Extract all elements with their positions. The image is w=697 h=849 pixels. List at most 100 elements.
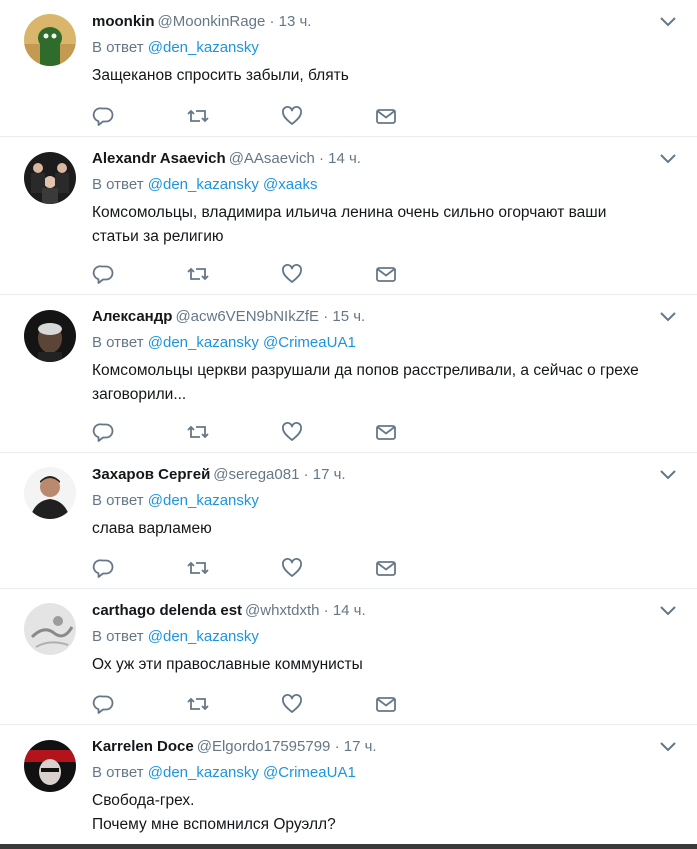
retweet-icon [186,556,210,580]
mention-link[interactable]: @den_kazansky [148,176,259,193]
envelope-icon [374,692,398,716]
chevron-down-icon[interactable] [658,309,678,325]
direct-message-button[interactable] [374,556,398,580]
author-name[interactable]: Александр [92,308,172,325]
reply-context: В ответ @den_kazansky @CrimeaUA1 [92,333,356,353]
author-handle[interactable]: @acw6VEN9bNIkZfE [175,308,319,325]
separator-dot: · [303,466,309,483]
heart-icon [280,556,304,580]
like-button[interactable] [280,692,304,716]
author-name[interactable]: Karrelen Doce [92,738,194,755]
timestamp[interactable]: 14 ч. [333,602,366,619]
heart-icon [280,692,304,716]
reply-icon [92,420,116,444]
direct-message-button[interactable] [374,692,398,716]
author-handle[interactable]: @MoonkinRage [158,13,266,30]
tweet-actions [92,104,412,128]
tweet-text: слава варламею [92,517,672,541]
reply-button[interactable] [92,104,116,128]
direct-message-button[interactable] [374,104,398,128]
chevron-down-icon[interactable] [658,467,678,483]
retweet-button[interactable] [186,420,210,444]
mention-link[interactable]: @den_kazansky [148,628,259,645]
mention-link[interactable]: @CrimeaUA1 [263,334,356,351]
tweet-reply[interactable]: Alexandr Asaevich @AAsaevich · 14 ч. В отв… [0,137,697,295]
avatar[interactable] [24,603,76,655]
avatar[interactable] [24,467,76,519]
reply-context: В ответ @den_kazansky @xaaks [92,175,317,195]
retweet-button[interactable] [186,104,210,128]
bottom-scroll-strip [0,844,697,849]
tweet-actions [92,262,412,286]
reply-icon [92,692,116,716]
avatar[interactable] [24,14,76,66]
retweet-icon [186,692,210,716]
reply-button[interactable] [92,556,116,580]
timestamp[interactable]: 14 ч. [328,150,361,167]
retweet-button[interactable] [186,692,210,716]
avatar[interactable] [24,740,76,792]
chevron-down-icon[interactable] [658,14,678,30]
tweet-reply[interactable]: carthago delenda est @whxtdxth · 14 ч. В о… [0,589,697,725]
reply-icon [92,556,116,580]
chevron-down-icon[interactable] [658,603,678,619]
retweet-button[interactable] [186,262,210,286]
author-name[interactable]: Захаров Сергей [92,466,210,483]
author-name[interactable]: carthago delenda est [92,602,242,619]
retweet-icon [186,262,210,286]
tweet-text-line: Комсомольцы, владимира ильича ленина оче… [92,204,607,221]
like-button[interactable] [280,420,304,444]
avatar[interactable] [24,152,76,204]
mention-link[interactable]: @den_kazansky [148,334,259,351]
reply-button[interactable] [92,420,116,444]
reply-icon [92,262,116,286]
author-handle[interactable]: @serega081 [213,466,299,483]
author-handle[interactable]: @whxtdxth [245,602,319,619]
tweet-reply[interactable]: Karrelen Doce @Elgordo17595799 · 17 ч. В о… [0,725,697,849]
author-name[interactable]: Alexandr Asaevich [92,150,226,167]
mention-link[interactable]: @xaaks [263,176,317,193]
reply-prefix: В ответ [92,176,144,193]
reply-prefix: В ответ [92,39,144,56]
separator-dot: · [323,602,329,619]
tweet-header: Karrelen Doce @Elgordo17595799 · 17 ч. [92,737,377,757]
tweet-replies-feed: moonkin @MoonkinRage · 13 ч. В ответ @den_… [0,0,697,849]
tweet-reply[interactable]: moonkin @MoonkinRage · 13 ч. В ответ @den_… [0,0,697,137]
envelope-icon [374,556,398,580]
timestamp[interactable]: 17 ч. [313,466,346,483]
author-handle[interactable]: @AAsaevich [229,150,315,167]
like-button[interactable] [280,556,304,580]
author-handle[interactable]: @Elgordo17595799 [197,738,331,755]
tweet-reply[interactable]: Александр @acw6VEN9bNIkZfE · 15 ч. В ответ… [0,295,697,453]
reply-context: В ответ @den_kazansky [92,491,259,511]
direct-message-button[interactable] [374,420,398,444]
mention-link[interactable]: @den_kazansky [148,492,259,509]
retweet-button[interactable] [186,556,210,580]
chevron-down-icon[interactable] [658,151,678,167]
reply-context: В ответ @den_kazansky [92,38,259,58]
timestamp[interactable]: 13 ч. [279,13,312,30]
avatar[interactable] [24,310,76,362]
tweet-header: Александр @acw6VEN9bNIkZfE · 15 ч. [92,307,365,327]
tweet-text: Ох уж эти православные коммунисты [92,653,672,677]
tweet-text: Свобода-грех. Почему мне вспомнился Оруэл… [92,789,672,837]
mention-link[interactable]: @CrimeaUA1 [263,764,356,781]
chevron-down-icon[interactable] [658,739,678,755]
tweet-reply[interactable]: Захаров Сергей @serega081 · 17 ч. В ответ … [0,453,697,589]
tweet-text: Комсомольцы, владимира ильича ленина оче… [92,201,672,249]
reply-prefix: В ответ [92,492,144,509]
reply-button[interactable] [92,692,116,716]
retweet-icon [186,104,210,128]
timestamp[interactable]: 17 ч. [344,738,377,755]
heart-icon [280,262,304,286]
author-name[interactable]: moonkin [92,13,155,30]
like-button[interactable] [280,104,304,128]
like-button[interactable] [280,262,304,286]
tweet-actions [92,556,412,580]
mention-link[interactable]: @den_kazansky [148,764,259,781]
separator-dot: · [323,308,329,325]
reply-button[interactable] [92,262,116,286]
mention-link[interactable]: @den_kazansky [148,39,259,56]
direct-message-button[interactable] [374,262,398,286]
timestamp[interactable]: 15 ч. [332,308,365,325]
